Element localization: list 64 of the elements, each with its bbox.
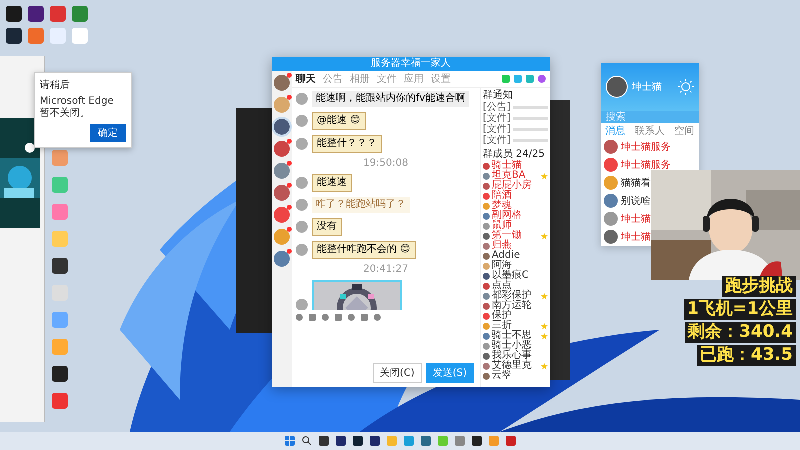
notification-message: Microsoft Edge 暂不关闭。 bbox=[40, 96, 115, 120]
send-button[interactable]: 发送(S) bbox=[426, 363, 474, 383]
message-bubble: @能速 😊 bbox=[312, 112, 366, 130]
tab[interactable]: 设置 bbox=[431, 72, 451, 86]
member-name[interactable]: 骑士猫 bbox=[492, 161, 522, 171]
search-field[interactable]: 搜索 bbox=[601, 111, 699, 123]
member-name[interactable]: 骑士不思 bbox=[492, 331, 532, 341]
member-name[interactable]: 点点 bbox=[492, 281, 512, 291]
tab[interactable]: 公告 bbox=[323, 72, 343, 86]
member-name[interactable]: 三折 bbox=[492, 321, 512, 331]
member-name[interactable]: 梦魂 bbox=[492, 201, 512, 211]
notice-label: [公告] bbox=[483, 102, 511, 113]
message-bubble: 能速啊，能跟站内你的fv能速合啊 bbox=[312, 91, 470, 107]
tab[interactable]: 聊天 bbox=[296, 72, 316, 86]
member-name[interactable]: 陪酒 bbox=[492, 191, 512, 201]
overlay-text: 1飞机=1公里 bbox=[684, 299, 796, 320]
notice-label: [文件] bbox=[483, 124, 511, 135]
timestamp: 20:41:27 bbox=[362, 264, 410, 275]
chat-name[interactable]: 猫猫看 bbox=[621, 176, 651, 190]
member-name[interactable]: 南方运轮 bbox=[492, 301, 532, 311]
member-name[interactable]: 我乐心事 bbox=[492, 351, 532, 361]
user-name: 坤士猫 bbox=[632, 80, 662, 94]
message-bubble: 能整什咋跑不会的 😊 bbox=[312, 241, 416, 259]
overlay-text: 剩余：340.4 bbox=[685, 322, 796, 343]
tab[interactable]: 消息 bbox=[606, 124, 626, 138]
chat-name[interactable]: 坤士猫 bbox=[621, 230, 651, 244]
chat-name[interactable]: 坤士猫服务 bbox=[621, 140, 671, 154]
window-title: 服务器幸福一家人 bbox=[272, 57, 550, 71]
tab[interactable]: 相册 bbox=[350, 72, 370, 86]
tab[interactable]: 应用 bbox=[404, 72, 424, 86]
overlay-text: 跑步挑战 bbox=[722, 276, 796, 297]
notification-title: 请稍后 bbox=[40, 78, 71, 92]
notice-label: [文件] bbox=[483, 113, 511, 124]
notices-heading: 群通知 bbox=[483, 90, 514, 102]
message-bubble: 咋了？能跑站吗了？ bbox=[312, 197, 410, 213]
member-name[interactable]: 保护 bbox=[492, 311, 512, 321]
member-name[interactable]: 艾德里克 bbox=[492, 361, 532, 371]
member-name[interactable]: 副网格 bbox=[492, 211, 522, 221]
member-name[interactable]: 都彩保护 bbox=[492, 291, 532, 301]
message-bubble: 没有 bbox=[312, 218, 342, 236]
member-name[interactable]: 云翠 bbox=[492, 371, 512, 381]
overlay-text: 已跑：43.5 bbox=[697, 345, 796, 366]
members-heading: 群成员 24/25 bbox=[483, 149, 546, 160]
ok-button[interactable]: 确定 bbox=[90, 124, 126, 142]
chat-name[interactable]: 坤士猫服务 bbox=[621, 158, 671, 172]
message-bubble: 能整什？？？ bbox=[312, 135, 382, 153]
close-button[interactable]: 关闭(C) bbox=[373, 363, 422, 383]
notice-label: [文件] bbox=[483, 135, 511, 146]
member-name[interactable]: 以墨痕C bbox=[492, 271, 529, 281]
member-name[interactable]: 屁屁小房 bbox=[492, 181, 532, 191]
member-name[interactable]: 鼠师 bbox=[492, 221, 512, 231]
member-name[interactable]: 坦克BA bbox=[492, 171, 526, 181]
message-bubble: 能速速 bbox=[312, 174, 352, 192]
tab[interactable]: 文件 bbox=[377, 72, 397, 86]
tab[interactable]: 联系人 bbox=[634, 124, 665, 138]
member-name[interactable]: 阿海 bbox=[492, 261, 512, 271]
chat-name[interactable]: 别说啥 bbox=[621, 194, 651, 208]
tab[interactable]: 空间 bbox=[674, 124, 694, 138]
chat-name[interactable]: 坤士猫 bbox=[621, 212, 651, 226]
timestamp: 19:50:08 bbox=[362, 158, 410, 169]
member-name[interactable]: 骑士小恶 bbox=[492, 341, 532, 351]
member-name[interactable]: Addie bbox=[492, 251, 520, 261]
member-name[interactable]: 第一锄 bbox=[492, 231, 522, 241]
member-name[interactable]: 归燕 bbox=[492, 241, 512, 251]
